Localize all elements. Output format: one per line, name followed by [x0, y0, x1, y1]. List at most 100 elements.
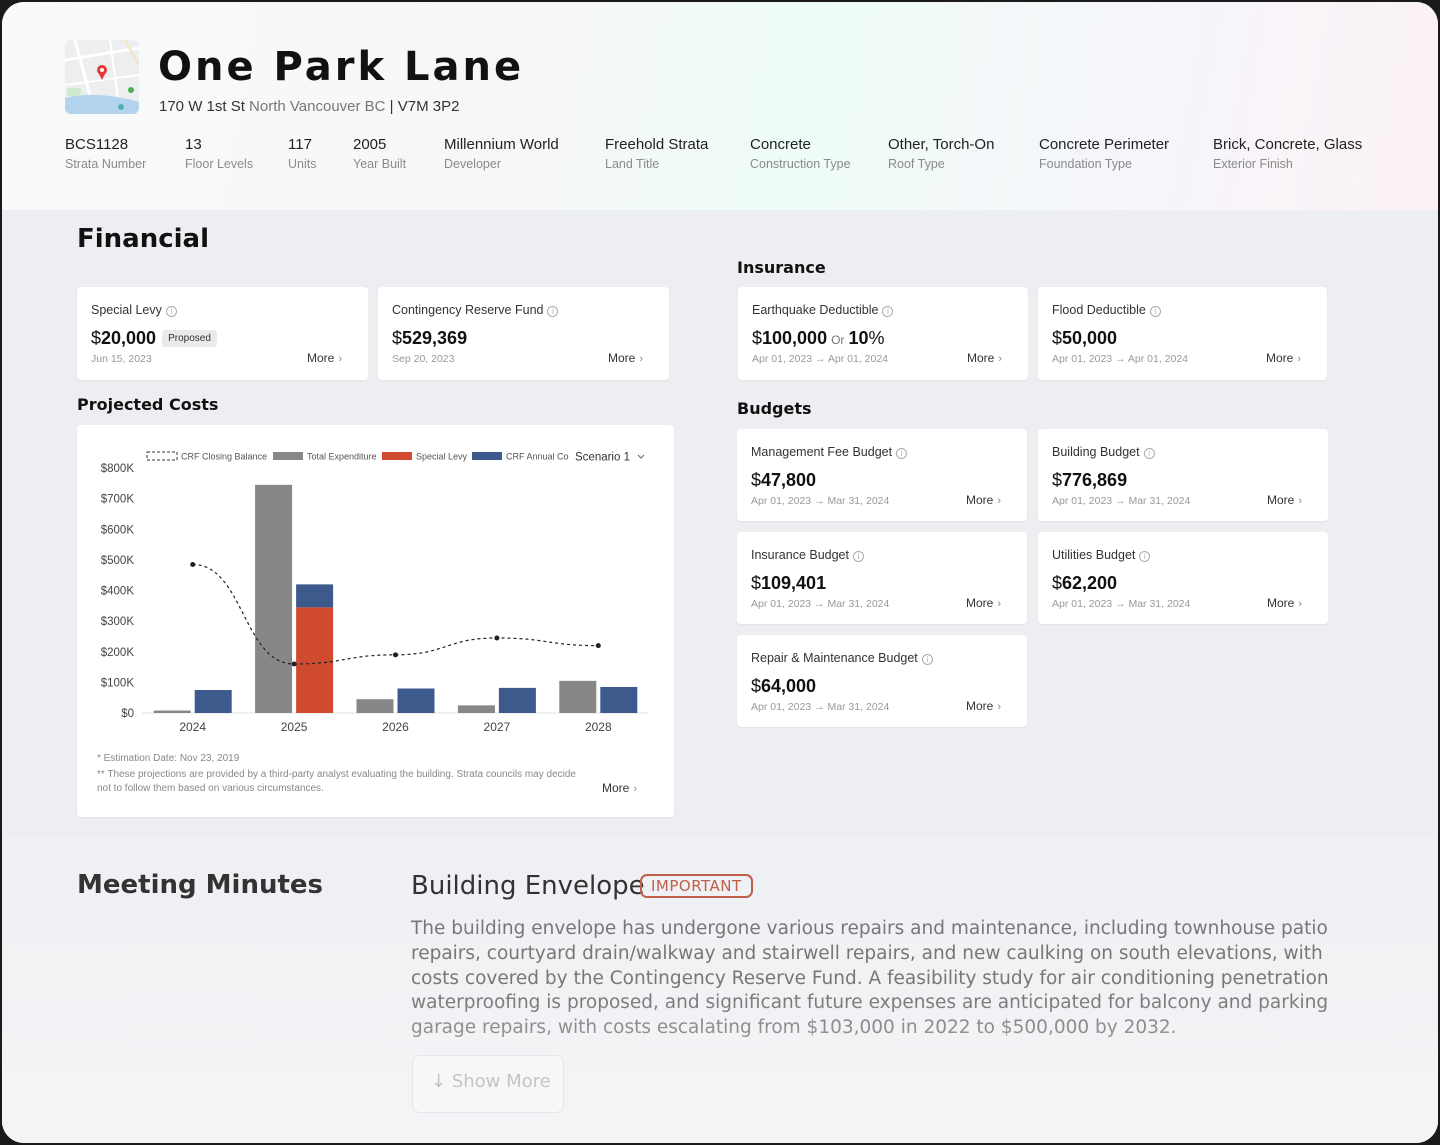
important-badge: IMPORTANT	[640, 874, 753, 898]
card-label: Management Fee Budget	[751, 445, 893, 459]
card-amount: $529,369	[392, 328, 467, 349]
fact-label: Floor Levels	[185, 157, 254, 171]
card-title: Building Budget i	[1052, 445, 1155, 459]
meeting-minutes-section: Meeting Minutes Building Envelope IMPORT…	[2, 835, 1438, 1143]
fact-label: Foundation Type	[1039, 157, 1132, 171]
projected-costs-card: $0 $100K $200K $300K $400K $500K $600K $700K $80…	[77, 425, 674, 817]
more-link[interactable]: More ›	[608, 351, 643, 365]
bar-special-levy	[296, 607, 334, 713]
info-icon[interactable]: i	[547, 306, 559, 317]
more-link[interactable]: More ›	[1267, 596, 1302, 610]
more-link[interactable]: More ›	[307, 351, 342, 365]
y-tick-label: $400K	[101, 586, 135, 598]
fact-exterior-finish: Brick, Concrete, Glass Exterior Finish	[1213, 136, 1362, 171]
budgets-title: Budgets	[737, 399, 812, 418]
info-icon[interactable]: i	[882, 306, 894, 317]
more-link[interactable]: More ›	[1267, 493, 1302, 507]
arrow-down-icon: ↓	[431, 1071, 447, 1092]
amount-value: 109,401	[761, 573, 827, 593]
fact-construction-type: Concrete Construction Type	[750, 136, 851, 171]
legend-label: Special Levy	[416, 452, 468, 462]
address-separator: |	[389, 98, 394, 115]
address-city: North Vancouver BC	[249, 98, 386, 115]
fact-value: Other, Torch-On	[888, 136, 995, 153]
more-label: More	[1266, 493, 1295, 507]
card-date: Apr 01, 2023 → Mar 31, 2024	[751, 495, 890, 507]
fact-label: Land Title	[605, 157, 660, 171]
property-header: One Park Lane 170 W 1st St North Vancouv…	[2, 2, 1438, 210]
show-more-button[interactable]: ↓ Show More	[412, 1055, 564, 1113]
special-levy-card[interactable]: Special Levy i $20,000 Proposed Jun 15, 20…	[77, 287, 368, 380]
map-thumbnail[interactable]	[65, 40, 139, 114]
fact-label: Year Built	[353, 157, 407, 171]
repair-maintenance-budget-card[interactable]: Repair & Maintenance Budget i $64,000 Apr…	[737, 635, 1027, 727]
card-amount: $100,000 Or 10%	[752, 328, 884, 349]
bar-crf-annual-co	[296, 584, 334, 608]
insurance-budget-card[interactable]: Insurance Budget i $109,401 Apr 01, 2023 …	[737, 532, 1027, 624]
card-title: Earthquake Deductible i	[752, 303, 894, 317]
amount-value: 47,800	[761, 470, 817, 490]
scenario-select[interactable]: Scenario 1	[575, 452, 630, 464]
point-crf-closing-balance	[494, 635, 500, 641]
chevron-right-icon: ›	[1298, 598, 1302, 610]
y-tick-label: $0	[121, 708, 134, 720]
fact-value: BCS1128	[65, 136, 129, 153]
building-budget-card[interactable]: Building Budget i $776,869 Apr 01, 2023 →…	[1038, 429, 1328, 521]
currency-symbol: $	[1052, 573, 1063, 593]
more-link[interactable]: More ›	[1266, 351, 1301, 365]
chevron-right-icon: ›	[998, 353, 1002, 365]
financial-title: Financial	[77, 224, 210, 254]
earthquake-deductible-card[interactable]: Earthquake Deductible i $100,000 Or 10% Apr…	[738, 287, 1028, 380]
more-link[interactable]: More ›	[966, 596, 1001, 610]
card-label: Contingency Reserve Fund	[392, 303, 544, 317]
card-date: Apr 01, 2023 → Apr 01, 2024	[752, 353, 889, 365]
estimation-date-note: * Estimation Date: Nov 23, 2019	[97, 753, 240, 764]
more-link[interactable]: More ›	[966, 493, 1001, 507]
card-amount: $109,401	[751, 573, 826, 594]
info-icon[interactable]: i	[896, 448, 908, 459]
info-icon[interactable]: i	[1149, 306, 1161, 317]
legend-swatch	[273, 452, 303, 460]
crf-card[interactable]: Contingency Reserve Fund i $529,369 Sep 2…	[378, 287, 669, 380]
more-link[interactable]: More ›	[967, 351, 1002, 365]
card-amount: $47,800	[751, 470, 816, 491]
fact-land-title: Freehold Strata Land Title	[605, 136, 708, 171]
address-street: 170 W 1st St	[159, 98, 245, 115]
info-icon[interactable]: i	[165, 306, 177, 317]
card-title: Contingency Reserve Fund i	[392, 303, 559, 317]
currency-symbol: $	[752, 328, 763, 348]
fact-units: 117 Units	[288, 136, 316, 171]
info-icon[interactable]: i	[1143, 448, 1155, 459]
management-fee-budget-card[interactable]: Management Fee Budget i $47,800 Apr 01, 2…	[737, 429, 1027, 521]
fact-foundation-type: Concrete Perimeter Foundation Type	[1039, 136, 1169, 171]
currency-symbol: $	[751, 470, 762, 490]
legend-label: CRF Annual Co	[506, 452, 569, 462]
more-label: More	[965, 493, 994, 507]
info-icon[interactable]: i	[1139, 551, 1151, 562]
or-text: Or	[831, 333, 845, 347]
more-link[interactable]: More ›	[602, 781, 637, 795]
currency-symbol: $	[751, 676, 762, 696]
info-icon[interactable]: i	[853, 551, 864, 562]
bar-total-expenditure	[356, 699, 394, 713]
info-icon[interactable]: i	[921, 654, 933, 665]
chevron-right-icon: ›	[997, 701, 1001, 713]
card-label: Special Levy	[91, 303, 162, 317]
card-date: Apr 01, 2023 → Mar 31, 2024	[1052, 495, 1191, 507]
fact-value: 117	[288, 136, 312, 153]
card-label: Utilities Budget	[1052, 548, 1136, 562]
flood-deductible-card[interactable]: Flood Deductible i $50,000 Apr 01, 2023 →…	[1038, 287, 1327, 380]
fact-year-built: 2005 Year Built	[353, 136, 406, 171]
bar-crf-annual-co	[194, 690, 232, 713]
legend-label: Total Expenditure	[307, 452, 377, 462]
fact-roof-type: Other, Torch-On Roof Type	[888, 136, 994, 171]
utilities-budget-card[interactable]: Utilities Budget i $62,200 Apr 01, 2023 →…	[1038, 532, 1328, 624]
currency-symbol: $	[1052, 470, 1063, 490]
amount-value: 64,000	[761, 676, 817, 696]
chevron-right-icon: ›	[1297, 353, 1301, 365]
more-label: More	[1265, 351, 1294, 365]
fact-value: Millennium World	[444, 136, 559, 153]
fact-value: 2005	[353, 136, 387, 153]
more-link[interactable]: More ›	[966, 699, 1001, 713]
amount-value: 100,000	[762, 328, 828, 348]
